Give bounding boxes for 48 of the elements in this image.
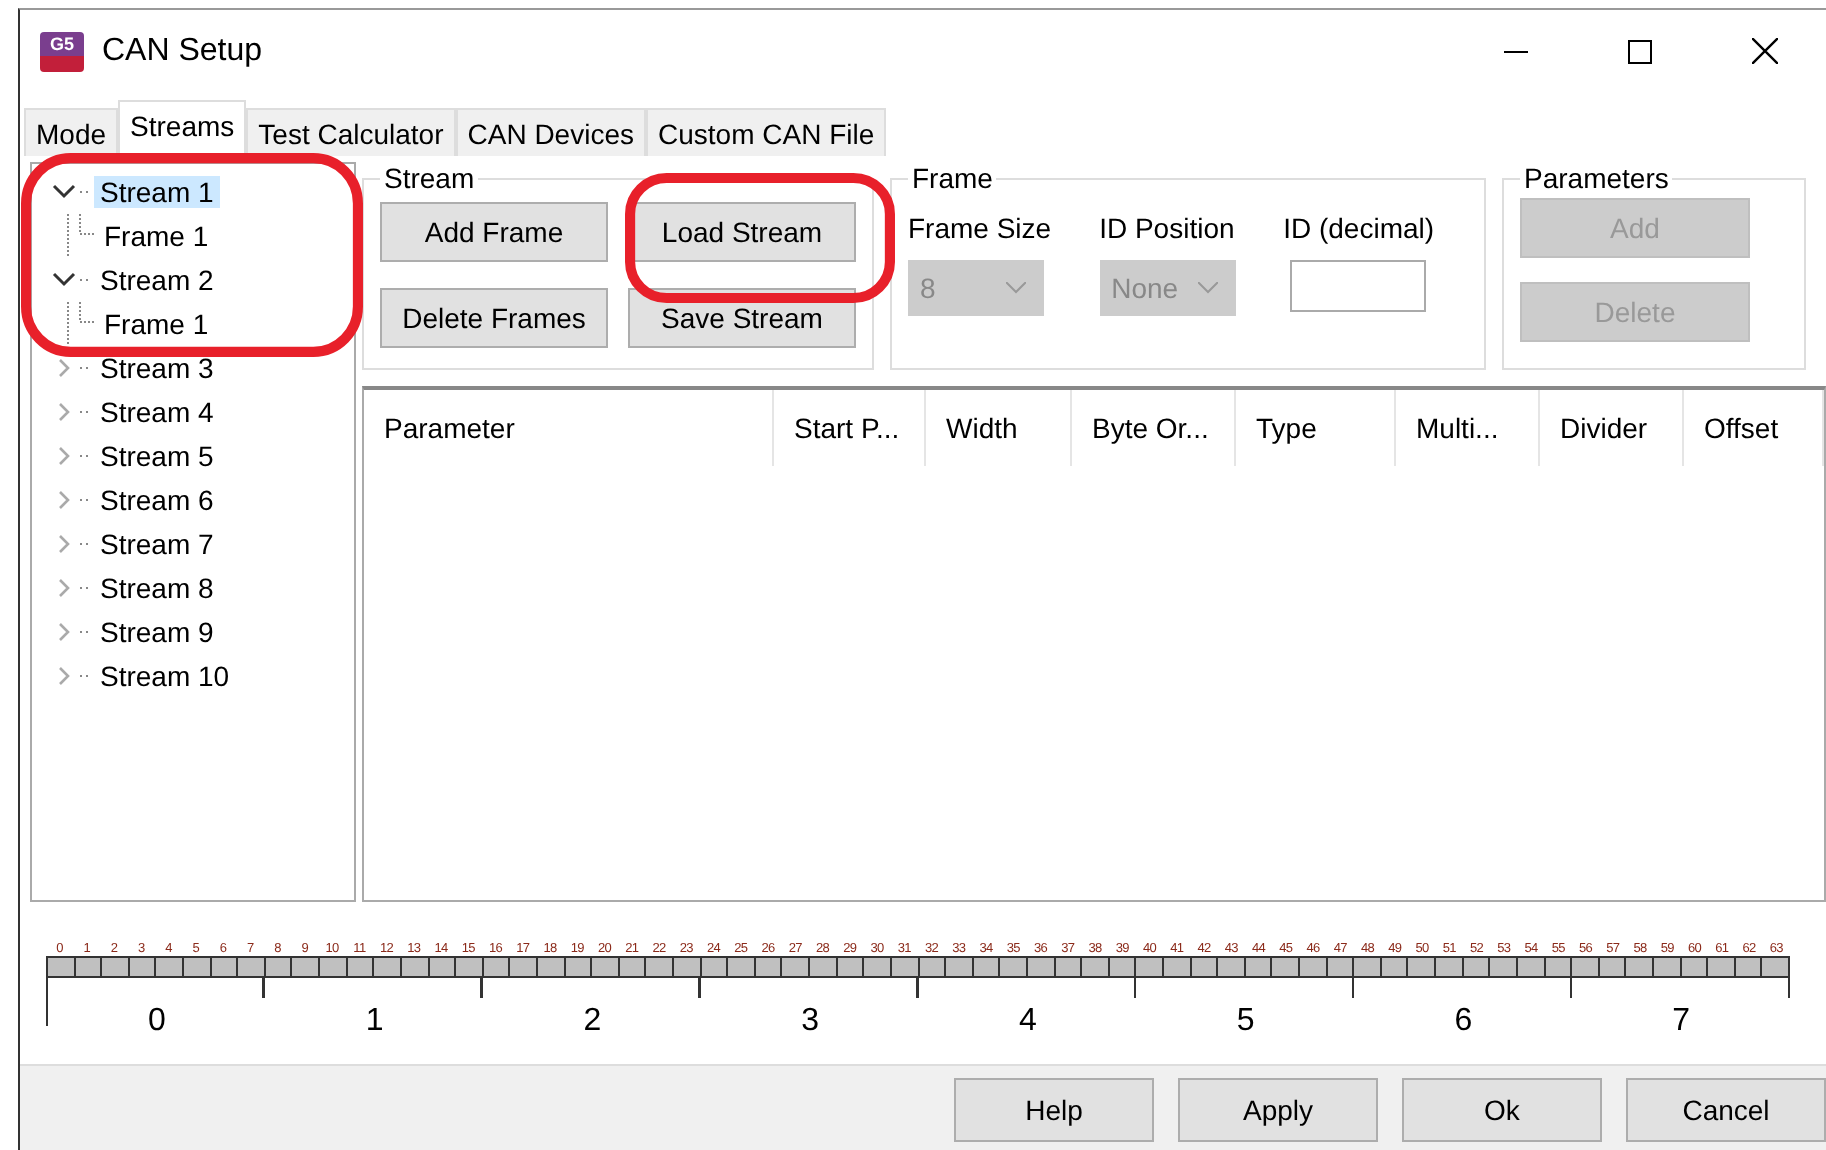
tree-item[interactable]: Stream 2 bbox=[94, 264, 220, 296]
app-logo: G5 bbox=[40, 31, 84, 71]
stream-button[interactable]: Delete Frames bbox=[380, 288, 608, 348]
tree-item[interactable]: Stream 8 bbox=[94, 572, 220, 604]
field-label: ID Position bbox=[1099, 212, 1236, 244]
tree-item[interactable]: Stream 1 bbox=[94, 176, 220, 208]
tab[interactable]: CAN Devices bbox=[455, 108, 646, 156]
tab[interactable]: Streams bbox=[118, 100, 247, 156]
field-label: Frame Size bbox=[908, 212, 1052, 244]
close-icon bbox=[1751, 38, 1777, 64]
footer-button[interactable]: Cancel bbox=[1626, 1078, 1826, 1142]
chevron-down-icon bbox=[1197, 282, 1218, 294]
tree-item[interactable]: Stream 9 bbox=[94, 616, 220, 648]
tree-item[interactable]: Stream 10 bbox=[94, 660, 236, 692]
tree-item[interactable]: Stream 4 bbox=[94, 396, 220, 428]
tree-item[interactable]: Frame 1 bbox=[98, 220, 215, 252]
footer-button[interactable]: Apply bbox=[1178, 1078, 1378, 1142]
tab[interactable]: Custom CAN File bbox=[646, 108, 887, 156]
column-header[interactable]: Type bbox=[1236, 390, 1396, 466]
tree-item[interactable]: Stream 7 bbox=[94, 528, 220, 560]
group-title: Frame bbox=[910, 162, 995, 194]
tree-item[interactable]: Stream 6 bbox=[94, 484, 220, 516]
maximize-icon bbox=[1628, 39, 1652, 63]
tab[interactable]: Mode bbox=[24, 108, 119, 156]
tree-line-icon bbox=[66, 214, 94, 258]
footer-button[interactable]: Ok bbox=[1402, 1078, 1602, 1142]
footer-button[interactable]: Help bbox=[954, 1078, 1154, 1142]
column-header[interactable]: Offset bbox=[1684, 390, 1824, 466]
group-title: Parameters bbox=[1522, 162, 1671, 194]
column-header[interactable]: Parameter bbox=[364, 390, 774, 466]
tree-item[interactable]: Stream 5 bbox=[94, 440, 220, 472]
column-header[interactable]: Width bbox=[926, 390, 1072, 466]
stream-button[interactable]: Add Frame bbox=[380, 202, 608, 262]
group-title: Stream bbox=[382, 162, 477, 194]
tree-item[interactable]: Stream 3 bbox=[94, 352, 220, 384]
column-header[interactable]: Byte Or... bbox=[1072, 390, 1236, 466]
tab[interactable]: Test Calculator bbox=[246, 108, 456, 156]
field-label: ID (decimal) bbox=[1283, 212, 1435, 244]
id-input-field[interactable] bbox=[1289, 260, 1426, 312]
tree-line-icon bbox=[66, 302, 94, 346]
window-title: CAN Setup bbox=[102, 33, 263, 69]
tree-item[interactable]: Frame 1 bbox=[98, 308, 215, 340]
chevron-down-icon[interactable] bbox=[52, 270, 76, 290]
chevron-down-icon[interactable] bbox=[52, 182, 76, 202]
column-header[interactable]: Start P... bbox=[774, 390, 926, 466]
column-header[interactable]: Multi... bbox=[1396, 390, 1540, 466]
chevron-down-icon bbox=[1006, 282, 1026, 294]
column-header[interactable]: Divider bbox=[1540, 390, 1684, 466]
